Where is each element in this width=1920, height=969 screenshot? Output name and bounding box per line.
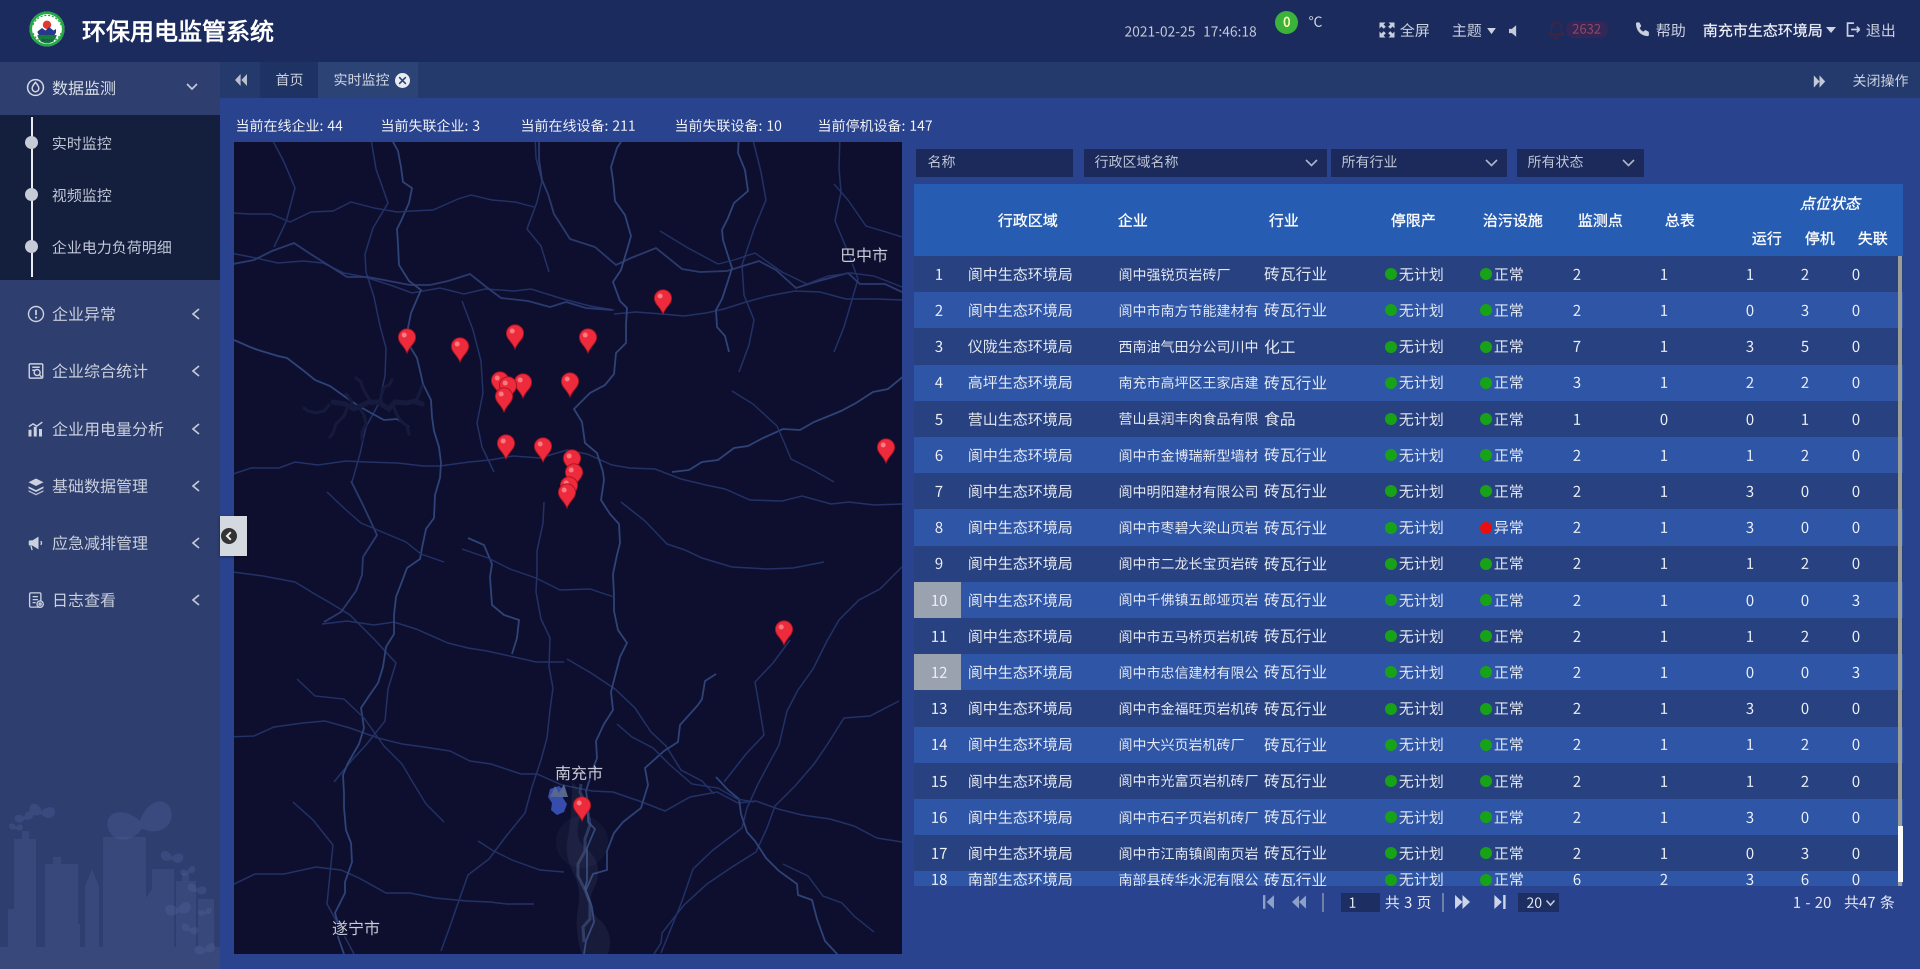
svg-text:NCHJ: NCHJ [42, 38, 53, 43]
